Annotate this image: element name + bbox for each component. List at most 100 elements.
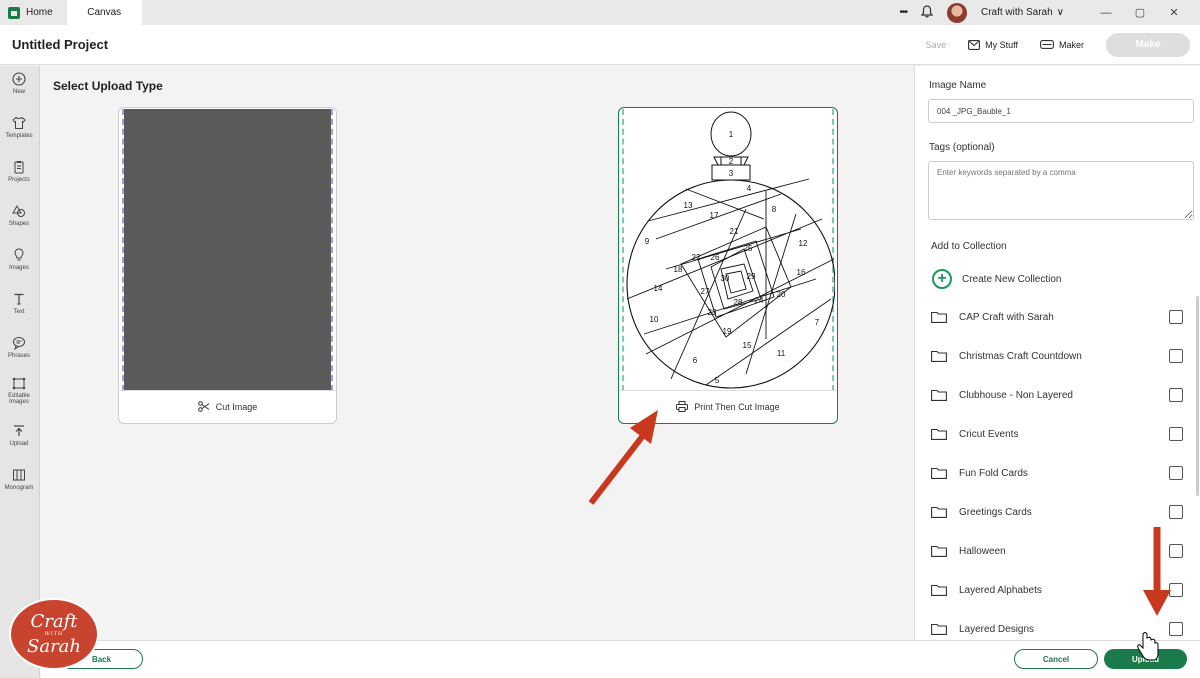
print-then-cut-option[interactable]: Print Then Cut Image [619, 390, 837, 423]
craft-with-sarah-logo: Craft WITH Sarah [9, 598, 99, 670]
my-stuff-button[interactable]: My Stuff [968, 40, 1018, 50]
collection-item[interactable]: Clubhouse - Non Layered [931, 385, 1183, 405]
upload-button[interactable]: Upload [1104, 649, 1187, 669]
ornament-number: 5 [715, 376, 720, 385]
shirt-icon [12, 116, 26, 130]
ornament-number: 11 [777, 349, 786, 358]
folder-icon [931, 467, 947, 479]
collection-name: Layered Alphabets [959, 584, 1042, 596]
collection-item[interactable]: Layered Designs [931, 619, 1183, 639]
save-button[interactable]: Save [926, 40, 947, 50]
collection-checkbox[interactable] [1169, 583, 1183, 597]
cancel-button[interactable]: Cancel [1014, 649, 1098, 669]
ornament-number: 17 [710, 211, 719, 220]
bell-icon[interactable] [920, 4, 934, 21]
ornament-number: 14 [654, 284, 663, 293]
ornament-number: 22 [692, 253, 701, 262]
collection-checkbox[interactable] [1169, 349, 1183, 363]
image-name-input[interactable] [928, 99, 1194, 123]
make-button[interactable]: Make [1106, 32, 1190, 57]
collection-name: Halloween [959, 545, 1006, 557]
project-title: Untitled Project [12, 37, 109, 52]
collection-name: Cricut Events [959, 428, 1019, 440]
sidebar-item-shapes[interactable]: Shapes [0, 204, 38, 227]
collection-checkbox[interactable] [1169, 310, 1183, 324]
plus-icon: + [932, 269, 952, 289]
my-stuff-label: My Stuff [985, 39, 1018, 50]
tab-home[interactable]: Home [0, 0, 67, 25]
collection-checkbox[interactable] [1169, 388, 1183, 402]
sidebar-label-editable-2: Images [9, 399, 29, 405]
sidebar-item-new[interactable]: New [0, 72, 38, 95]
collection-checkbox[interactable] [1169, 544, 1183, 558]
sidebar-label-projects: Projects [8, 177, 30, 183]
ornament-number: 20 [777, 290, 786, 299]
collection-checkbox[interactable] [1169, 505, 1183, 519]
minimize-button[interactable]: — [1096, 7, 1116, 19]
bulb-icon [12, 248, 26, 262]
close-window-button[interactable]: ✕ [1164, 6, 1184, 19]
sidebar-item-projects[interactable]: Projects [0, 160, 38, 183]
account-name[interactable]: Craft with Sarah [981, 7, 1053, 18]
collection-checkbox[interactable] [1169, 622, 1183, 636]
ornament-number: 28 [734, 298, 743, 307]
sidebar-item-templates[interactable]: Templates [0, 116, 38, 139]
collection-item[interactable]: Greetings Cards [931, 502, 1183, 522]
chevron-down-icon[interactable]: ∨ [1057, 7, 1064, 18]
collection-item[interactable]: Layered Alphabets [931, 580, 1183, 600]
create-new-collection-label: Create New Collection [962, 273, 1062, 285]
sidebar-item-images[interactable]: Images [0, 248, 38, 271]
tags-input[interactable] [928, 161, 1194, 220]
sidebar-item-editable-images[interactable]: Editable Images [0, 376, 38, 405]
collection-item[interactable]: Halloween [931, 541, 1183, 561]
tab-canvas[interactable]: Canvas [66, 0, 142, 25]
folder-icon [931, 428, 947, 440]
sidebar-item-text[interactable]: Text [0, 292, 38, 315]
folder-icon [931, 389, 947, 401]
folder-icon [931, 584, 947, 596]
plus-circle-icon [12, 72, 26, 86]
add-to-collection-label: Add to Collection [931, 241, 1007, 252]
collection-name: Greetings Cards [959, 506, 1032, 518]
printer-icon [676, 400, 689, 414]
create-new-collection-button[interactable]: + Create New Collection [932, 269, 1062, 289]
sidebar-item-phrases[interactable]: Phrases [0, 336, 38, 359]
ornament-number: 26 [711, 253, 720, 262]
collection-name: Clubhouse - Non Layered [959, 389, 1073, 401]
projects-icon [12, 160, 26, 174]
upload-icon [12, 424, 26, 438]
ornament-number: 29 [747, 272, 756, 281]
machine-icon [1040, 40, 1054, 49]
cut-image-option[interactable]: Cut Image [119, 390, 336, 423]
cut-image-label: Cut Image [215, 402, 258, 412]
avatar[interactable] [946, 2, 967, 23]
upload-type-area: Select Upload Type Cut Image 1 2 3 4 5 6… [41, 66, 914, 640]
cut-image-card[interactable]: Cut Image [118, 107, 337, 424]
ornament-number: 25 [744, 244, 753, 253]
text-icon [12, 292, 26, 306]
maximize-button[interactable]: ▢ [1130, 6, 1150, 19]
print-then-cut-preview: 1 2 3 4 5 6 7 8 9 10 11 12 13 14 15 16 1 [622, 109, 835, 391]
collection-checkbox[interactable] [1169, 427, 1183, 441]
tab-canvas-label: Canvas [87, 7, 122, 18]
collection-item[interactable]: Cricut Events [931, 424, 1183, 444]
sidebar-label-text: Text [13, 309, 25, 315]
more-options-icon[interactable]: ••• [899, 7, 907, 18]
print-then-cut-card[interactable]: 1 2 3 4 5 6 7 8 9 10 11 12 13 14 15 16 1 [618, 107, 838, 424]
collection-scrollbar[interactable] [1196, 296, 1199, 496]
collection-item[interactable]: CAP Craft with Sarah [931, 307, 1183, 327]
collection-item[interactable]: Fun Fold Cards [931, 463, 1183, 483]
page-title: Select Upload Type [53, 79, 163, 93]
sidebar-item-upload[interactable]: Upload [0, 424, 38, 447]
envelope-icon [968, 39, 981, 50]
folder-icon [931, 623, 947, 635]
collection-name: CAP Craft with Sarah [959, 311, 1054, 323]
sidebar-item-monogram[interactable]: Monogram [0, 468, 38, 491]
ornament-number: 2 [729, 157, 734, 166]
collection-checkbox[interactable] [1169, 466, 1183, 480]
ornament-number: 12 [799, 239, 808, 248]
collection-item[interactable]: Christmas Craft Countdown [931, 346, 1183, 366]
ornament-number: 10 [650, 315, 659, 324]
ornament-number: 9 [645, 237, 650, 246]
maker-button[interactable]: Maker [1040, 40, 1084, 50]
